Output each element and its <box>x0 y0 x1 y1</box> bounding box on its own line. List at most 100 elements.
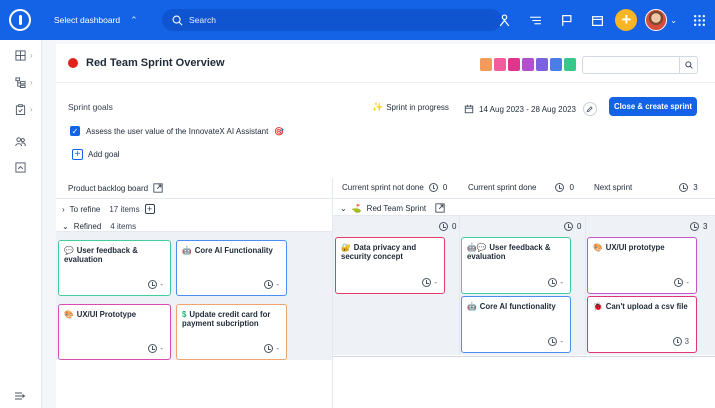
status-dot <box>68 58 78 68</box>
task-card[interactable]: 🎨 UX/UI Prototype - <box>58 304 171 360</box>
card-estimate: - <box>674 278 689 287</box>
clock-icon <box>548 337 558 346</box>
task-card[interactable]: 🐞 Can't upload a csv file 3 <box>587 296 697 353</box>
search-placeholder: Search <box>189 15 216 25</box>
card-title: UX/UI Prototype <box>76 310 137 319</box>
color-swatch[interactable] <box>536 58 548 71</box>
person-run-icon[interactable] <box>492 8 516 32</box>
group-to-refine-label: To refine <box>69 204 101 214</box>
card-estimate: - <box>148 344 163 353</box>
task-card[interactable]: 🤖 Core AI Functionality - <box>176 240 287 296</box>
sprint-next-count: 3 <box>703 222 708 231</box>
external-link-icon[interactable] <box>153 183 163 193</box>
close-create-sprint-button[interactable]: Close & create sprint <box>609 97 697 116</box>
sprint-done-estimate: 0 <box>564 222 581 231</box>
group-refined[interactable]: ⌄ Refined 4 items <box>62 222 136 231</box>
column-separator <box>585 215 586 355</box>
task-card[interactable]: 🎨 UX/UI prototype - <box>587 237 697 294</box>
speech-bubble-icon: 💬 <box>64 246 74 255</box>
sprint-dates-label: 14 Aug 2023 - 28 Aug 2023 <box>479 104 576 114</box>
page-search-button[interactable] <box>679 57 697 73</box>
color-swatch[interactable] <box>522 58 534 71</box>
divider <box>56 82 715 83</box>
robot-icon: 🤖 <box>182 246 192 255</box>
clock-icon <box>148 344 158 353</box>
search-input[interactable]: Search <box>162 9 502 31</box>
add-goal-label: Add goal <box>88 150 120 159</box>
sidebar-item-collapse-panel[interactable] <box>15 160 39 174</box>
card-estimate: - <box>264 344 279 353</box>
color-swatch[interactable] <box>480 58 492 71</box>
card-estimate: 3 <box>672 337 689 346</box>
avatar[interactable] <box>645 9 668 31</box>
clock-icon <box>548 278 558 287</box>
flag-icon[interactable] <box>554 8 578 32</box>
add-goal-button[interactable]: + Add goal <box>72 149 120 160</box>
page-search-field[interactable] <box>582 56 698 74</box>
estimate-value: - <box>560 278 563 287</box>
group-to-refine[interactable]: › To refine 17 items + <box>62 204 155 214</box>
card-title: Data privacy and security concept <box>341 243 417 261</box>
external-link-icon[interactable] <box>435 203 445 213</box>
task-card[interactable]: 🤖💬 User feedback & evaluation - <box>461 237 571 294</box>
task-card[interactable]: 🔐 Data privacy and security concept - <box>335 237 445 294</box>
color-swatch[interactable] <box>550 58 562 71</box>
list-filter-icon[interactable] <box>523 8 547 32</box>
col-header-not-done: Current sprint not done 0 <box>342 183 447 192</box>
group-refined-count: 4 items <box>110 222 137 231</box>
color-swatch[interactable] <box>564 58 576 71</box>
sprint-not-done-estimate: 0 <box>439 222 456 231</box>
app-logo[interactable] <box>0 0 40 40</box>
edit-dates-button[interactable] <box>582 102 597 116</box>
task-card[interactable]: 🤖 Core AI functionality - <box>461 296 571 353</box>
divider <box>333 356 715 357</box>
group-to-refine-count: 17 items <box>109 204 140 214</box>
logo-icon <box>9 9 31 31</box>
estimate-value: - <box>276 280 279 289</box>
color-swatch[interactable] <box>494 58 506 71</box>
goal-checkbox[interactable]: ✓ <box>70 126 80 136</box>
tree-icon <box>15 76 26 88</box>
color-swatch[interactable] <box>508 58 520 71</box>
expand-sidebar-icon[interactable] <box>14 390 26 404</box>
sidebar-item-tasks[interactable]: › <box>15 102 39 116</box>
estimate-value: - <box>434 278 437 287</box>
quick-add-button[interactable]: + <box>615 9 638 31</box>
page-title: Red Team Sprint Overview <box>86 57 225 69</box>
card-title: User feedback & evaluation <box>64 246 138 264</box>
backlog-header-label: Product backlog board <box>68 183 149 193</box>
search-icon <box>684 61 693 69</box>
estimate-value: - <box>160 280 163 289</box>
color-swatches <box>480 58 576 71</box>
chevron-right-icon: › <box>30 50 33 60</box>
task-card[interactable]: $ Update credit card for payment subcript… <box>176 304 287 360</box>
clock-icon <box>672 337 682 346</box>
calendar-icon[interactable] <box>585 8 609 32</box>
add-item-icon[interactable]: + <box>144 204 155 214</box>
chevron-right-icon: › <box>30 77 33 87</box>
col-not-done-count: 0 <box>442 183 448 192</box>
sidebar-item-team[interactable] <box>15 134 39 148</box>
sprint-swimlane-header[interactable]: ⌄ ⛳ Red Team Sprint <box>340 203 445 213</box>
col-header-done: Current sprint done 0 <box>468 183 574 192</box>
plus-icon: + <box>72 149 83 160</box>
column-separator <box>459 215 460 355</box>
task-card[interactable]: 💬 User feedback & evaluation - <box>58 240 171 296</box>
chevron-down-icon[interactable]: ⌄ <box>670 16 677 25</box>
sprint-flag-icon: ⛳ <box>351 203 362 213</box>
card-estimate: - <box>422 278 437 287</box>
sidebar-item-hierarchy[interactable]: › <box>15 75 39 89</box>
sidebar-item-dashboards[interactable]: › <box>15 48 39 62</box>
sprint-goals-label: Sprint goals <box>68 102 113 112</box>
dashboard-select[interactable]: Select dashboard ⌃ <box>54 15 154 26</box>
clock-icon <box>555 183 565 192</box>
clipboard-icon <box>15 103 26 115</box>
bug-icon: 🐞 <box>593 302 603 311</box>
chevron-up-box-icon <box>15 161 26 173</box>
col-not-done-label: Current sprint not done <box>342 183 424 192</box>
chevron-right-icon: › <box>30 104 33 114</box>
apps-grid-icon[interactable] <box>687 8 711 32</box>
clock-icon <box>564 222 573 231</box>
grid-icon <box>15 49 26 61</box>
lock-icon: 🔐 <box>341 243 351 252</box>
